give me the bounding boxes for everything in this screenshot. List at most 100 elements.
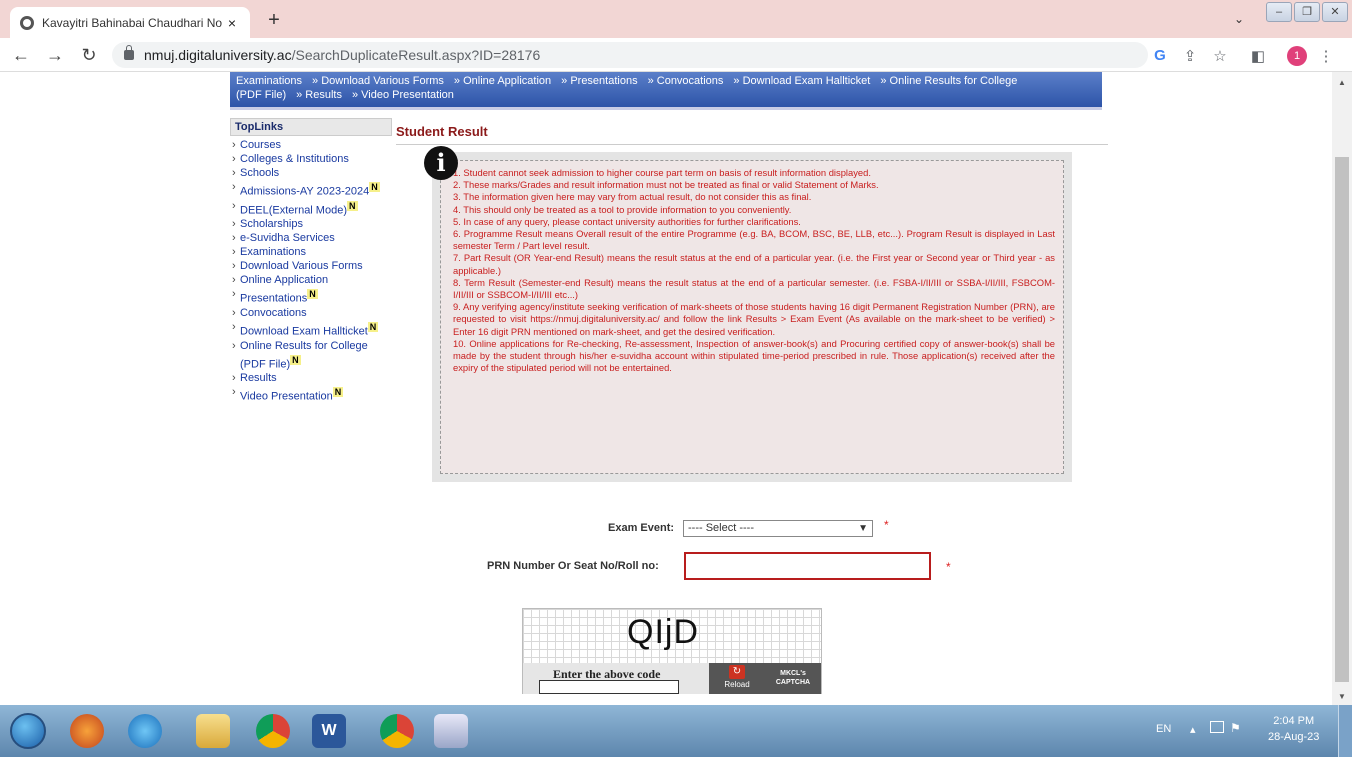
page-scrollbar[interactable]: ▲ ▼ [1332,72,1352,705]
menu-link-presentations[interactable]: » Presentations [561,75,637,87]
sidebar-item[interactable]: e-Suvidha Services [232,231,392,245]
show-desktop-button[interactable] [1338,705,1352,757]
menu-link-results[interactable]: » Results [296,89,342,101]
sidebar-item-label: Video Presentation [240,390,333,403]
clock-time: 2:04 PM [1273,715,1315,727]
captcha-input[interactable] [539,680,679,694]
captcha-reload-button[interactable]: ↻ Reload [709,663,765,694]
sidebar-item[interactable]: Online Application [232,273,392,287]
menu-link-pdf-file[interactable]: (PDF File) [236,89,286,101]
lock-icon[interactable] [124,45,134,60]
browser-tab[interactable]: Kavayitri Bahinabai Chaudhari No × [10,7,250,38]
chrome-profile-icon[interactable] [380,714,414,748]
menu-link-video-presentation[interactable]: » Video Presentation [352,89,454,101]
menu-link-online-application[interactable]: » Online Application [454,75,551,87]
exam-event-selected-value: ---- Select ---- [688,522,754,534]
sidebar-item[interactable]: Examinations [232,245,392,259]
share-icon[interactable]: ⇪ [1180,47,1200,65]
sidebar-item[interactable]: Scholarships [232,217,392,231]
notice-item: 6. Programme Result means Overall result… [453,228,1055,252]
sidebar-header: TopLinks [230,118,392,136]
paint-icon[interactable] [434,714,468,748]
clock-date: 28-Aug-23 [1268,731,1320,743]
language-indicator[interactable]: EN [1156,723,1171,735]
scroll-thumb[interactable] [1335,157,1349,682]
sidebar-item-label: Schools [240,167,280,179]
notice-item: 2. These marks/Grades and result informa… [453,179,879,191]
sidebar-item[interactable]: Schools [232,166,392,180]
sidebar-item-label: Colleges & Institutions [240,153,349,165]
notice-item: 7. Part Result (OR Year-end Result) mean… [453,252,1055,276]
sidebar-item[interactable]: Download Exam HallticketN [232,320,392,339]
sidebar-item[interactable]: Download Various Forms [232,259,392,273]
scroll-up-icon[interactable]: ▲ [1338,78,1346,87]
sidebar-item[interactable]: Results [232,371,392,385]
action-center-flag-icon[interactable]: ⚑ [1230,721,1241,735]
notice-list: 1. Student cannot seek admission to high… [440,160,1064,474]
clock[interactable]: 2:04 PM 28-Aug-23 [1268,713,1319,745]
menu-link-download-forms[interactable]: » Download Various Forms [312,75,444,87]
captcha-code: QIjD [627,613,699,651]
sidebar-item[interactable]: Colleges & Institutions [232,152,392,166]
side-panel-icon[interactable]: ◧ [1248,47,1268,65]
word-icon[interactable]: W [312,714,346,748]
sidebar-item[interactable]: DEEL(External Mode)N [232,199,392,218]
chrome-icon[interactable] [256,714,290,748]
start-orb-icon[interactable] [10,713,46,749]
new-badge: N [290,354,301,365]
sidebar-item-label: Download Various Forms [240,260,363,273]
bookmark-star-icon[interactable]: ☆ [1210,47,1230,65]
kebab-menu-icon[interactable]: ⋮ [1316,47,1336,65]
new-badge: N [367,321,379,332]
new-tab-button[interactable]: + [262,8,286,32]
minimize-icon[interactable]: – [1266,2,1292,22]
exam-event-select[interactable]: ---- Select ---- ▼ [683,520,873,537]
sidebar-item[interactable]: Convocations [232,306,392,320]
sidebar-item[interactable]: Video PresentationN [232,385,392,404]
forward-arrow-icon[interactable]: → [44,45,66,65]
menu-link-convocations[interactable]: » Convocations [648,75,724,87]
back-arrow-icon[interactable]: ← [10,45,32,65]
tray-expand-icon[interactable]: ▴ [1190,723,1196,736]
prn-input[interactable] [684,552,931,580]
sidebar-item[interactable]: Online Results for College (PDF File)N [232,339,392,372]
new-badge: N [347,200,358,211]
sidebar-item[interactable]: Admissions-AY 2023-2024N [232,180,392,199]
notice-item: 10. Online applications for Re-checking,… [453,337,1055,374]
required-marker: * [884,518,889,532]
browser-toolbar: ← → ↻ nmuj.digitaluniversity.ac/SearchDu… [0,38,1352,72]
address-bar[interactable]: nmuj.digitaluniversity.ac/SearchDuplicat… [112,42,1148,68]
google-icon[interactable]: G [1150,47,1170,64]
sidebar-item-label: Courses [240,139,281,151]
sidebar-item-label: Admissions-AY 2023-2024 [240,185,370,198]
sidebar-item-label: Examinations [240,246,307,259]
network-icon[interactable] [1210,721,1224,733]
reload-label: Reload [724,680,750,689]
file-explorer-icon[interactable] [196,714,230,748]
notice-item: 8. Term Result (Semester-end Result) mea… [453,276,1055,301]
maximize-icon[interactable]: ❐ [1294,2,1320,22]
menu-link-examinations[interactable]: Examinations [236,75,302,87]
menu-link-online-results[interactable]: » Online Results for College [880,75,1017,87]
sidebar-item-label: Online Results for College (PDF File) [240,339,368,371]
sidebar-item[interactable]: PresentationsN [232,287,392,306]
menu-line-1: Examinations » Download Various Forms » On… [236,74,1096,88]
profile-avatar[interactable]: 1 [1287,46,1307,66]
required-marker: * [946,560,951,574]
menu-link-hallticket[interactable]: » Download Exam Hallticket [733,75,870,87]
sidebar-item-label: Online Application [240,274,329,287]
url-path: /SearchDuplicateResult.aspx?ID=28176 [291,47,541,63]
url-host: nmuj.digitaluniversity.ac [144,47,292,63]
tab-search-chevron-icon[interactable]: ⌄ [1234,12,1244,26]
page-viewport: Examinations » Download Various Forms » On… [0,72,1332,705]
scroll-down-icon[interactable]: ▼ [1338,692,1346,701]
notice-item: 5. In case of any query, please contact … [453,215,801,227]
close-window-icon[interactable]: ✕ [1322,2,1348,22]
internet-explorer-icon[interactable] [128,714,162,748]
tab-close-icon[interactable]: × [224,15,240,31]
sidebar-item-label: Download Exam Hallticket [240,325,368,338]
chevron-down-icon: ▼ [858,523,868,534]
sidebar-item[interactable]: Courses [232,138,392,152]
reload-icon[interactable]: ↻ [78,45,100,65]
firefox-icon[interactable] [70,714,104,748]
